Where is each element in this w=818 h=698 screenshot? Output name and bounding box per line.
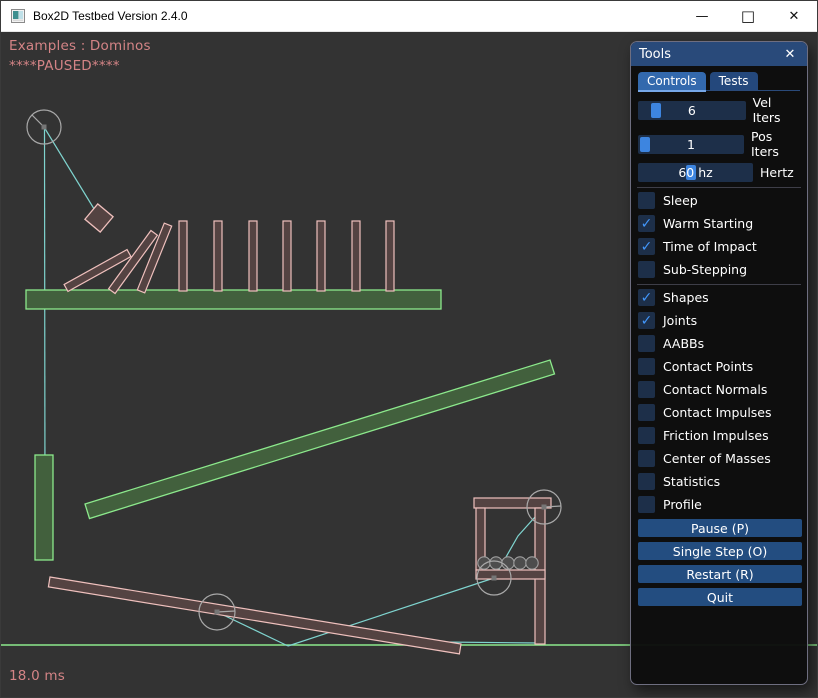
window-title: Box2D Testbed Version 2.4.0 <box>33 9 188 23</box>
checkbox-label: Contact Normals <box>663 382 767 397</box>
tools-title-bar[interactable]: Tools ✕ <box>631 42 807 66</box>
tab-controls[interactable]: Controls <box>638 72 706 90</box>
checkbox-label: Center of Masses <box>663 451 771 466</box>
hanging-box[interactable] <box>85 204 113 232</box>
checkbox[interactable]: ✓ <box>638 450 655 467</box>
tools-title: Tools <box>639 47 671 62</box>
maximize-button[interactable]: □ <box>725 1 771 31</box>
checkbox-row-time-of-impact[interactable]: ✓ Time of Impact <box>638 238 800 255</box>
checkbox-row-joints[interactable]: ✓ Joints <box>638 312 800 329</box>
slider-label: Pos Iters <box>751 129 800 159</box>
checkbox[interactable]: ✓ <box>638 238 655 255</box>
tab-label: Tests <box>719 74 749 88</box>
tab-tests[interactable]: Tests <box>710 72 758 90</box>
checkbox[interactable]: ✓ <box>638 404 655 421</box>
paused-label: ****PAUSED**** <box>9 58 120 74</box>
checkbox-row-contact-impulses[interactable]: ✓ Contact Impulses <box>638 404 800 421</box>
checkmark-icon: ✓ <box>641 217 653 231</box>
checkbox-label: Shapes <box>663 290 709 305</box>
frame-structure[interactable] <box>474 498 551 644</box>
tall-green-block <box>35 455 53 560</box>
minimize-icon: — <box>696 10 709 23</box>
app-window: Box2D Testbed Version 2.4.0 — □ ✕ <box>0 0 818 698</box>
checkbox-label: Contact Points <box>663 359 753 374</box>
slider-row-vel-iters: 6 Vel Iters <box>638 95 800 125</box>
frame-time-label: 18.0 ms <box>9 668 65 684</box>
checkbox[interactable]: ✓ <box>638 192 655 209</box>
slider-label: Hertz <box>760 165 794 180</box>
standing-dominos[interactable] <box>179 221 394 291</box>
green-ramp <box>85 360 555 519</box>
example-label: Examples : Dominos <box>9 38 151 54</box>
checkbox-label: AABBs <box>663 336 704 351</box>
checkbox-label: Friction Impulses <box>663 428 769 443</box>
checkbox-row-aabbs[interactable]: ✓ AABBs <box>638 335 800 352</box>
checkbox-label: Sleep <box>663 193 698 208</box>
checkbox[interactable]: ✓ <box>638 261 655 278</box>
checkbox-row-contact-points[interactable]: ✓ Contact Points <box>638 358 800 375</box>
quit-button[interactable]: Quit <box>638 588 802 606</box>
checkbox-row-statistics[interactable]: ✓ Statistics <box>638 473 800 490</box>
button-column: Pause (P) Single Step (O) Restart (R) Qu… <box>638 519 800 606</box>
pos-iters-slider[interactable]: 1 <box>638 135 744 154</box>
close-icon: ✕ <box>785 47 796 62</box>
checkbox-row-friction-impulses[interactable]: ✓ Friction Impulses <box>638 427 800 444</box>
vel-iters-slider[interactable]: 6 <box>638 101 746 120</box>
checkbox-label: Profile <box>663 497 702 512</box>
checkbox[interactable]: ✓ <box>638 215 655 232</box>
checkbox[interactable]: ✓ <box>638 335 655 352</box>
checkbox-row-shapes[interactable]: ✓ Shapes <box>638 289 800 306</box>
slider-label: Vel Iters <box>753 95 800 125</box>
separator <box>637 284 801 285</box>
checkbox-label: Contact Impulses <box>663 405 772 420</box>
tab-label: Controls <box>647 74 697 88</box>
checkbox[interactable]: ✓ <box>638 496 655 513</box>
close-button[interactable]: ✕ <box>771 1 817 31</box>
maximize-icon: □ <box>741 9 755 24</box>
restart-button[interactable]: Restart (R) <box>638 565 802 583</box>
checkbox-label: Sub-Stepping <box>663 262 747 277</box>
checkmark-icon: ✓ <box>641 314 653 328</box>
checkbox[interactable]: ✓ <box>638 381 655 398</box>
checkbox-label: Warm Starting <box>663 216 753 231</box>
checkbox-row-sub-stepping[interactable]: ✓ Sub-Stepping <box>638 261 800 278</box>
seesaw-plank[interactable] <box>48 577 461 654</box>
checkbox[interactable]: ✓ <box>638 312 655 329</box>
close-icon: ✕ <box>789 10 800 23</box>
slider-value: 60 hz <box>638 163 753 182</box>
checkmark-icon: ✓ <box>641 291 653 305</box>
slider-value: 1 <box>638 135 744 154</box>
checkbox[interactable]: ✓ <box>638 427 655 444</box>
fallen-dominos[interactable] <box>64 223 172 293</box>
checkbox[interactable]: ✓ <box>638 473 655 490</box>
slider-row-pos-iters: 1 Pos Iters <box>638 129 800 159</box>
checkbox[interactable]: ✓ <box>638 289 655 306</box>
checkbox-row-sleep[interactable]: ✓ Sleep <box>638 192 800 209</box>
checkbox-label: Time of Impact <box>663 239 757 254</box>
slider-row-hertz: 60 hz Hertz <box>638 163 800 182</box>
tools-panel: Tools ✕ Controls Tests 6 Vel Iters 1 <box>630 41 808 685</box>
title-bar[interactable]: Box2D Testbed Version 2.4.0 — □ ✕ <box>1 1 817 32</box>
checkbox-label: Statistics <box>663 474 720 489</box>
checkbox-row-center-of-masses[interactable]: ✓ Center of Masses <box>638 450 800 467</box>
app-icon <box>11 9 25 23</box>
checkbox-label: Joints <box>663 313 697 328</box>
checkmark-icon: ✓ <box>641 240 653 254</box>
dominos-platform <box>26 290 441 309</box>
tab-bar: Controls Tests <box>638 72 800 91</box>
separator <box>637 187 801 188</box>
checkbox-row-profile[interactable]: ✓ Profile <box>638 496 800 513</box>
minimize-button[interactable]: — <box>679 1 725 31</box>
checkbox[interactable]: ✓ <box>638 358 655 375</box>
slider-value: 6 <box>638 101 746 120</box>
hertz-slider[interactable]: 60 hz <box>638 163 753 182</box>
single-step-button[interactable]: Single Step (O) <box>638 542 802 560</box>
pause-button[interactable]: Pause (P) <box>638 519 802 537</box>
checkbox-row-warm-starting[interactable]: ✓ Warm Starting <box>638 215 800 232</box>
checkbox-row-contact-normals[interactable]: ✓ Contact Normals <box>638 381 800 398</box>
tools-close-button[interactable]: ✕ <box>781 45 799 63</box>
